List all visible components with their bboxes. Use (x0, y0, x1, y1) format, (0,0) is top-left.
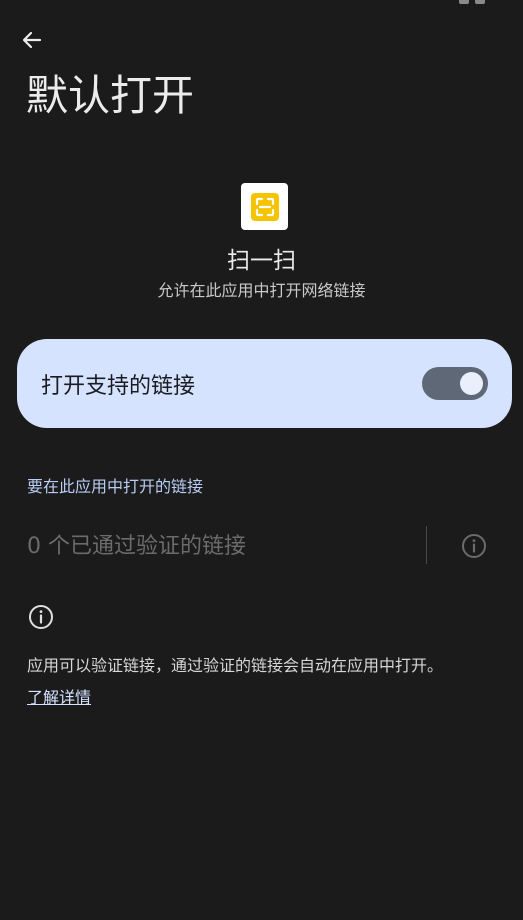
status-signal-icon (459, 0, 469, 4)
toggle-label: 打开支持的链接 (41, 373, 196, 399)
open-supported-links-toggle-row[interactable]: 打开支持的链接 (17, 339, 512, 428)
info-icon (29, 605, 53, 629)
scan-icon (250, 192, 279, 221)
switch-thumb (460, 372, 483, 395)
links-section-label: 要在此应用中打开的链接 (27, 477, 204, 496)
app-name: 扫一扫 (227, 248, 296, 274)
info-icon (462, 534, 486, 558)
app-subtitle: 允许在此应用中打开网络链接 (157, 281, 366, 300)
arrow-left-icon (22, 31, 42, 49)
note-info-icon (27, 603, 55, 631)
note-text: 应用可以验证链接，通过验证的链接会自动在应用中打开。 (27, 656, 444, 675)
app-icon (241, 183, 288, 230)
status-battery-icon (475, 0, 485, 4)
verified-links-info-button[interactable] (460, 532, 488, 560)
verified-links-text: 0 个已通过验证的链接 (27, 534, 246, 559)
learn-more-link[interactable]: 了解详情 (27, 686, 91, 710)
open-links-switch[interactable] (422, 367, 488, 400)
back-button[interactable] (14, 24, 50, 56)
verified-links-row[interactable]: 0 个已通过验证的链接 (27, 526, 497, 566)
divider (426, 526, 427, 564)
status-bar (439, 0, 499, 6)
page-title: 默认打开 (26, 71, 195, 120)
